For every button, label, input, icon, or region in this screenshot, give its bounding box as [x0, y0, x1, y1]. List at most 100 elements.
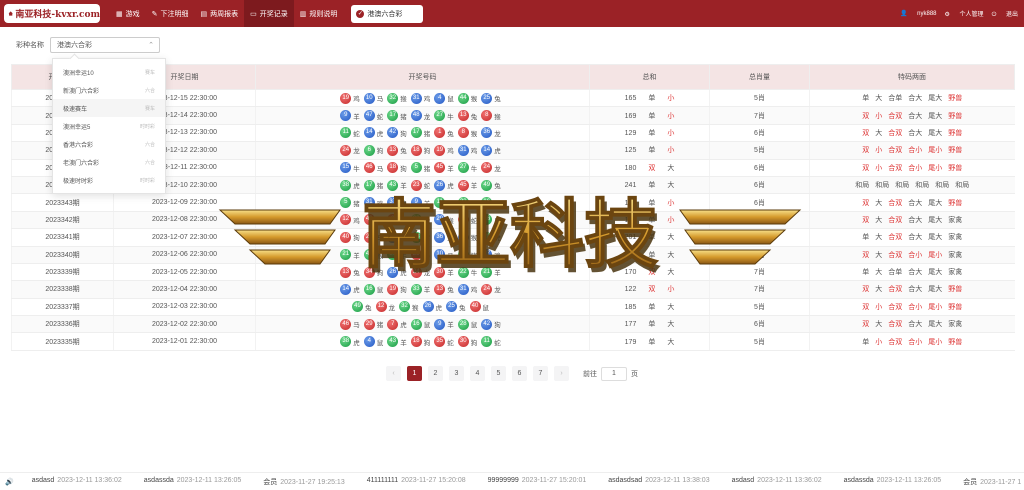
ball-number: 19	[340, 92, 352, 104]
ball-zodiac: 虎	[435, 304, 443, 312]
page-button[interactable]: 5	[491, 366, 506, 381]
nav-item-4[interactable]: ▥ 规则说明	[294, 0, 344, 27]
table-row[interactable]: 2023338期 2023-12-04 22:30:00 14 虎 16 鼠 19 狗 33 羊 1…	[11, 280, 1015, 299]
page-button[interactable]: 2	[428, 366, 443, 381]
ball-number: 30	[457, 336, 469, 348]
draw-ball: 31 鸡	[457, 144, 482, 156]
feature-tag: 野兽	[948, 147, 963, 155]
draw-ball: 4鼠	[363, 336, 388, 348]
user-name-link[interactable]: 👤 nyk888	[900, 10, 937, 17]
dropdown-option[interactable]: 新澳门六合彩 六合	[53, 81, 165, 99]
ball-number: 6	[363, 144, 375, 156]
ball-zodiac: 蛇	[447, 200, 454, 208]
draw-ball: 45 羊	[457, 179, 482, 191]
feature-tag: 尾大	[928, 112, 943, 120]
feature-tag: 合双	[888, 147, 903, 155]
nav-item-1[interactable]: ✎ 下注明细	[146, 0, 195, 27]
sum-size: 大	[667, 251, 675, 259]
ticker-item: 411111111 2023-11-27 15:20:08	[367, 477, 466, 487]
feature-tag: 尾大	[928, 269, 943, 277]
draw-ball: 40 狗	[340, 231, 364, 243]
ball-number: 40	[363, 214, 375, 226]
balls-cell: 46 马 29 猪 7 虎 16 鼠 9 羊 28 鼠 42 狗	[255, 315, 590, 334]
ball-zodiac: 猴	[494, 113, 501, 121]
ball-number: 40	[469, 301, 481, 313]
draw-ball: 26 虎	[434, 179, 458, 191]
dropdown-option[interactable]: 澳洲幸运5 时时彩	[53, 117, 165, 135]
page-button[interactable]: 6	[512, 366, 527, 381]
ball-number: 26	[387, 266, 399, 278]
dropdown-option[interactable]: 极速赛车 赛车	[53, 99, 165, 117]
nav-item-0[interactable]: ▦ 游戏	[110, 0, 146, 27]
draw-ball: 47 蛇	[363, 110, 388, 122]
table-row[interactable]: 2023341期 2023-12-07 22:30:00 40 狗 29 马 15 牛 33 猪 3…	[11, 228, 1015, 247]
table-row[interactable]: 2023335期 2023-12-01 22:30:00 38 虎 4 鼠 43 羊 18 狗 35…	[11, 332, 1015, 351]
ticker-name: 会员	[263, 478, 278, 486]
dropdown-option[interactable]: 极速时时彩 时时彩	[53, 171, 165, 189]
table-row[interactable]: 2023340期 2023-12-06 22:30:00 21 羊 44 猴 39 牛 29 马 1…	[11, 246, 1015, 264]
next-page-button[interactable]: ›	[554, 366, 569, 381]
sum-size: 大	[667, 182, 675, 190]
ball-number: 28	[481, 231, 493, 243]
table-row[interactable]: 2023342期 2023-12-08 22:30:00 12 鸡 40 狗 2 狗 38 虎 20…	[11, 211, 1015, 230]
nav-item-3[interactable]: ▭ 开奖记录	[244, 0, 294, 27]
table-row[interactable]: 2023336期 2023-12-02 22:30:00 46 马 29 猪 7 虎 16 鼠 9 羊…	[11, 315, 1015, 334]
sum-odd-even: 单	[648, 251, 656, 259]
dropdown-option[interactable]: 澳洲幸运10 赛车	[53, 63, 165, 81]
draw-ball: 44 猴	[363, 249, 388, 261]
page-button[interactable]: 1	[407, 366, 422, 381]
ball-number: 11	[340, 127, 352, 139]
profile-link[interactable]: ⚙ 个人管理	[945, 9, 984, 18]
sum-size: 小	[667, 199, 675, 207]
ball-zodiac: 鼠	[470, 322, 478, 330]
draw-ball: 17 猪	[457, 249, 482, 261]
brand-logo[interactable]: 南亚科技-kvxr.com	[4, 4, 100, 23]
option-tag: 六合	[144, 87, 155, 94]
ball-number: 38	[340, 336, 352, 348]
dropdown-option[interactable]: 香港六合彩 六合	[53, 135, 165, 153]
ball-number: 9	[410, 197, 422, 209]
ball-zodiac: 蛇	[353, 130, 360, 138]
sum-size: 小	[667, 95, 675, 103]
option-tag: 六合	[144, 141, 155, 148]
ball-zodiac: 狗	[423, 339, 431, 347]
ball-number: 45	[457, 179, 469, 191]
current-lottery-pill[interactable]: ✓ 港澳六合彩	[351, 4, 424, 23]
page-button[interactable]: 4	[470, 366, 485, 381]
ticker-item: asdassda 2023-12-11 13:26:05	[144, 477, 241, 487]
user-name: nyk888	[917, 11, 937, 17]
option-tag: 时时彩	[139, 177, 155, 184]
sum-size: 大	[667, 321, 675, 329]
prev-page-button[interactable]: ‹	[386, 366, 401, 381]
logout-link[interactable]: ⏻ 退出	[992, 9, 1018, 19]
ball-zodiac: 猴	[447, 217, 454, 225]
dropdown-option[interactable]: 老澳门六合彩 六合	[53, 153, 165, 171]
nav-item-label: 规则说明	[309, 10, 338, 18]
lottery-select[interactable]: 港澳六合彩 ⌃	[50, 37, 160, 53]
ball-zodiac: 龙	[447, 235, 454, 243]
column-header: 特码两面	[809, 64, 1015, 90]
table-row[interactable]: 2023339期 2023-12-05 22:30:00 13 兔 34 狗 26 虎 24 龙 3…	[11, 263, 1015, 282]
sum-odd-even: 单	[648, 199, 656, 207]
goto-page-input[interactable]: 1	[601, 366, 627, 381]
ball-zodiac: 虎	[353, 287, 360, 295]
draw-ball: 48 龙	[410, 110, 435, 122]
draw-ball: 14 虎	[340, 283, 364, 295]
page-unit: 页	[631, 370, 638, 378]
ball-number: 42	[387, 127, 399, 139]
feature-tag: 合大	[908, 129, 923, 137]
draw-ball: 46 马	[340, 318, 364, 330]
page-button[interactable]: 7	[533, 366, 548, 381]
page-button[interactable]: 3	[449, 366, 464, 381]
ball-zodiac: 鼠	[494, 217, 501, 225]
ticker-name: asdassda	[843, 476, 874, 484]
ticker-time: 2023-12-11 13:36:02	[57, 476, 122, 484]
draw-ball: 12 鸡	[340, 214, 364, 226]
ball-zodiac: 兔	[447, 130, 454, 138]
brand-name: 南亚科技-kvxr.com	[15, 10, 100, 20]
nav-item-2[interactable]: ▤ 两周报表	[195, 0, 245, 27]
table-row[interactable]: 2023343期 2023-12-09 22:30:00 5 猪 31 鸡 37 鸡 9 羊 11 蛇…	[11, 193, 1015, 212]
table-row[interactable]: 2023337期 2023-12-03 22:30:00 49 兔 12 龙 32 猴 26 虎 2…	[11, 298, 1015, 317]
feature-tag: 尾小	[928, 164, 943, 172]
ball-zodiac: 虎	[376, 130, 384, 138]
